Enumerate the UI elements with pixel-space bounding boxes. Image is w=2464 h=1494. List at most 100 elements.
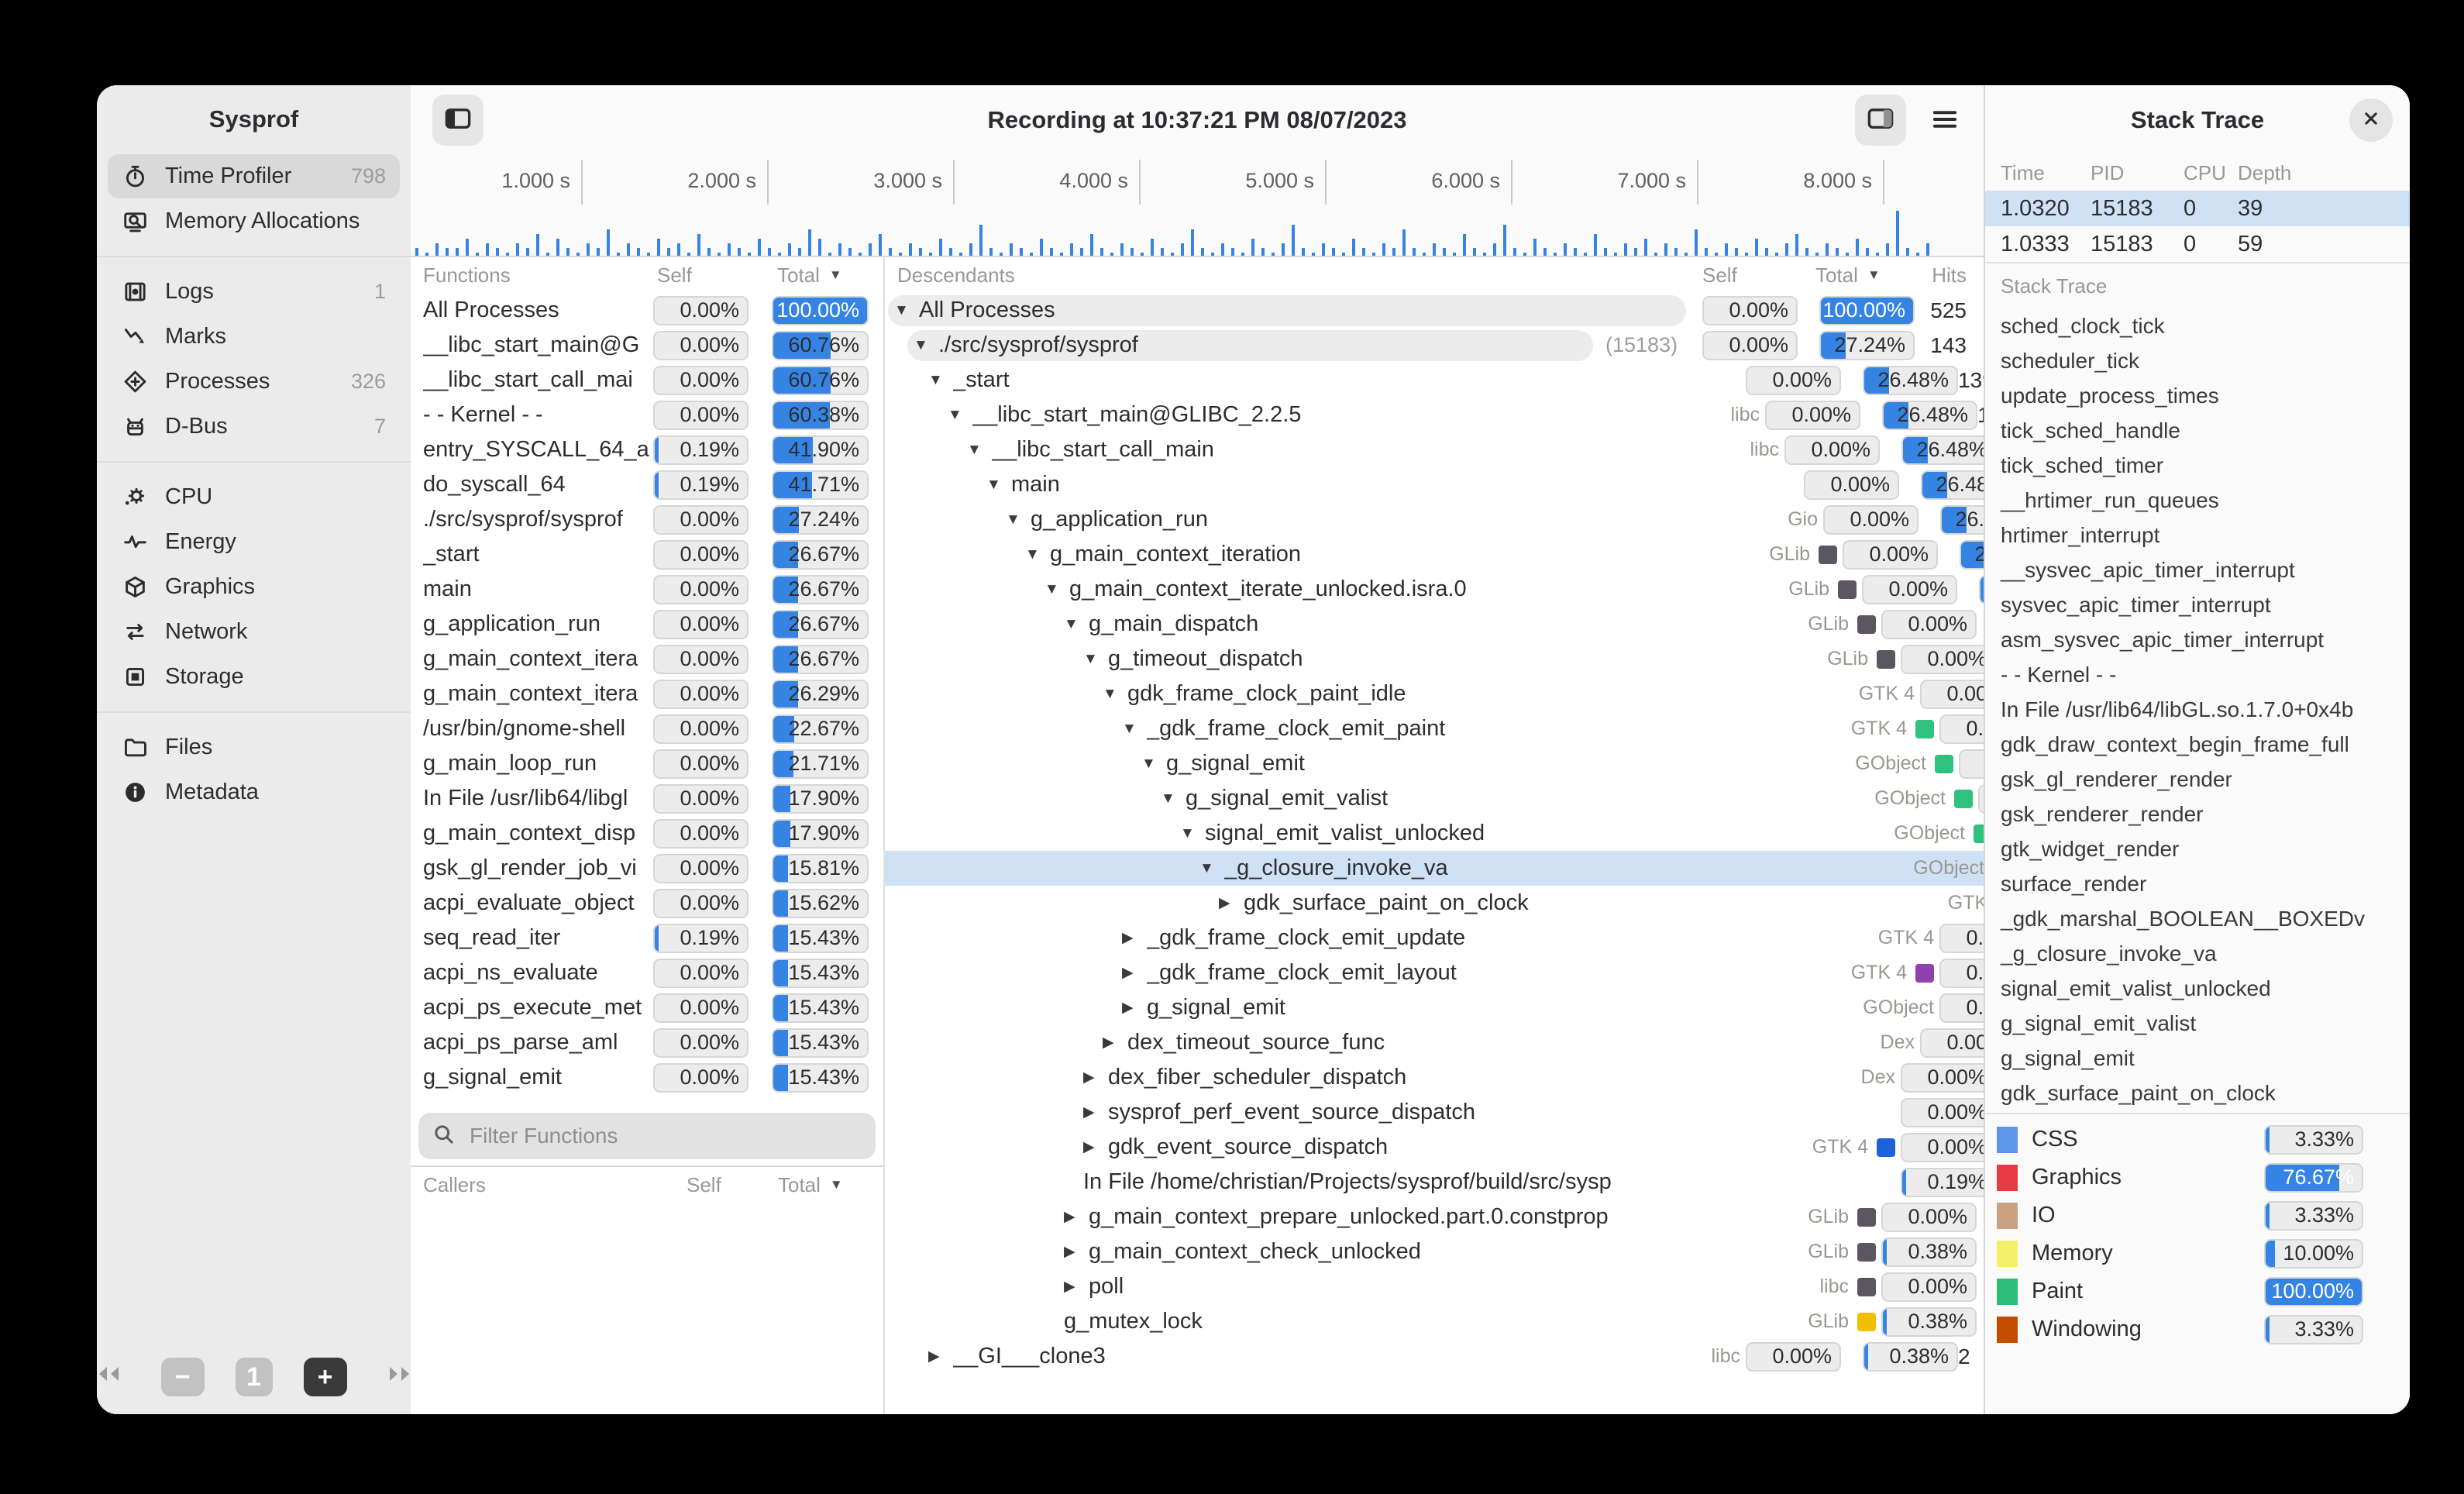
- table-row[interactable]: entry_SYSCALL_64_a0.19%41.90%: [411, 432, 883, 467]
- expander-open-icon[interactable]: ▼: [928, 372, 953, 389]
- close-stack-panel-button[interactable]: [2349, 98, 2393, 142]
- expander-closed-icon[interactable]: ▶: [1064, 1278, 1089, 1296]
- stack-frame[interactable]: g_signal_emit: [1985, 1041, 2410, 1076]
- table-row[interactable]: seq_read_iter0.19%15.43%: [411, 921, 883, 955]
- callers-column-header[interactable]: Callers: [423, 1173, 687, 1197]
- tree-row[interactable]: ▼g_main_dispatchGLib0.00%13.71%72: [885, 607, 1984, 642]
- table-row[interactable]: acpi_evaluate_object0.00%15.62%: [411, 886, 883, 921]
- stack-frame[interactable]: sched_clock_tick: [1985, 308, 2410, 343]
- table-row[interactable]: - - Kernel - -0.00%60.38%: [411, 398, 883, 432]
- seek-backward-button[interactable]: [97, 1358, 130, 1396]
- tree-row[interactable]: ▶g_main_context_check_unlockedGLib0.38%1…: [885, 1234, 1984, 1269]
- tree-row[interactable]: ▼g_application_runGio0.00%26.48%139: [885, 502, 1984, 537]
- stack-frame[interactable]: sysvec_apic_timer_interrupt: [1985, 587, 2410, 622]
- expander-closed-icon[interactable]: ▶: [1064, 1208, 1089, 1226]
- stack-frame[interactable]: asm_sysvec_apic_timer_interrupt: [1985, 622, 2410, 657]
- sidebar-item-graphics[interactable]: Graphics: [108, 565, 400, 609]
- tree-row[interactable]: ▼All Processes0.00%100.00%525: [885, 293, 1984, 328]
- tree-row[interactable]: ▼_g_closure_invoke_vaGObject0.00%5.71%30: [885, 851, 1984, 886]
- stack-frame[interactable]: __hrtimer_run_queues: [1985, 483, 2410, 518]
- table-row[interactable]: acpi_ps_execute_met0.00%15.43%: [411, 990, 883, 1025]
- tree-row[interactable]: ▼g_signal_emitGObject0.00%5.71%30: [885, 746, 1984, 781]
- expander-closed-icon[interactable]: ▶: [1122, 929, 1147, 947]
- tree-row[interactable]: ▶gdk_event_source_dispatchGTK 40.00%0.38…: [885, 1130, 1984, 1165]
- expander-open-icon[interactable]: ▼: [1161, 790, 1186, 807]
- expander-closed-icon[interactable]: ▶: [1083, 1069, 1108, 1086]
- table-row[interactable]: acpi_ns_evaluate0.00%15.43%: [411, 955, 883, 990]
- stack-frame[interactable]: signal_emit_valist_unlocked: [1985, 971, 2410, 1006]
- functions-column-header[interactable]: Functions: [423, 263, 653, 287]
- stack-frame[interactable]: gdk_surface_paint_on_clock: [1985, 1076, 2410, 1110]
- timeline-ruler[interactable]: 1.000 s2.000 s3.000 s4.000 s5.000 s6.000…: [411, 155, 1984, 205]
- stack-frame[interactable]: g_signal_emit_valist: [1985, 1006, 2410, 1041]
- zoom-in-button[interactable]: +: [304, 1358, 347, 1396]
- stack-frame[interactable]: gsk_gl_renderer_render: [1985, 762, 2410, 797]
- tree-row[interactable]: ▼signal_emit_valist_unlockedGObject0.00%…: [885, 816, 1984, 851]
- descendants-self-column-header[interactable]: Self: [1702, 263, 1815, 287]
- tree-row[interactable]: g_mutex_lockGLib0.38%0.38%2: [885, 1304, 1984, 1339]
- table-row[interactable]: /usr/bin/gnome-shell0.00%22.67%: [411, 711, 883, 746]
- expander-open-icon[interactable]: ▼: [1025, 546, 1050, 563]
- stack-frame[interactable]: - - Kernel - -: [1985, 657, 2410, 692]
- expander-open-icon[interactable]: ▼: [1083, 651, 1108, 668]
- expander-open-icon[interactable]: ▼: [1122, 721, 1147, 738]
- sidebar-item-marks[interactable]: Marks: [108, 315, 400, 359]
- hits-column-header[interactable]: Hits: [1881, 263, 1984, 287]
- stack-frame[interactable]: gdk_draw_context_begin_frame_full: [1985, 727, 2410, 762]
- expander-open-icon[interactable]: ▼: [1044, 581, 1069, 598]
- tree-row[interactable]: ▶g_signal_emitGObject0.00%0.19%1: [885, 990, 1984, 1025]
- toggle-sidebar-button[interactable]: [432, 95, 484, 146]
- stack-frame[interactable]: __sysvec_apic_timer_interrupt: [1985, 553, 2410, 587]
- table-row[interactable]: main0.00%26.67%: [411, 572, 883, 607]
- expander-open-icon[interactable]: ▼: [1199, 860, 1224, 877]
- tree-row[interactable]: ▼main0.00%26.48%139: [885, 467, 1984, 502]
- sidebar-item-cpu[interactable]: CPU: [108, 475, 400, 519]
- tree-row[interactable]: ▼__libc_start_call_mainlibc0.00%26.48%13…: [885, 432, 1984, 467]
- stack-frame[interactable]: gtk_widget_render: [1985, 831, 2410, 866]
- sidebar-item-storage[interactable]: Storage: [108, 655, 400, 699]
- tree-row[interactable]: ▶polllibc0.00%1.33%7: [885, 1269, 1984, 1304]
- tree-row[interactable]: ▼g_timeout_dispatchGLib0.00%7.62%40: [885, 642, 1984, 676]
- expander-closed-icon[interactable]: ▶: [1122, 999, 1147, 1017]
- tree-row[interactable]: ▶g_main_context_prepare_unlocked.part.0.…: [885, 1200, 1984, 1234]
- sidebar-item-network[interactable]: Network: [108, 610, 400, 654]
- zoom-out-button[interactable]: −: [161, 1358, 205, 1396]
- time-column-header[interactable]: Time: [2001, 161, 2091, 185]
- expander-open-icon[interactable]: ▼: [914, 337, 938, 354]
- table-row[interactable]: g_signal_emit0.00%15.43%: [411, 1060, 883, 1095]
- self-column-header[interactable]: Self: [657, 263, 752, 287]
- stack-frame[interactable]: In File /usr/lib64/libGL.so.1.7.0+0x4b: [1985, 692, 2410, 727]
- table-row[interactable]: In File /usr/lib64/libgl0.00%17.90%: [411, 781, 883, 816]
- expander-closed-icon[interactable]: ▶: [928, 1348, 953, 1365]
- zoom-reset-button[interactable]: 1: [236, 1358, 273, 1396]
- tree-row[interactable]: ▶_gdk_frame_clock_emit_updateGTK 40.00%0…: [885, 921, 1984, 955]
- stack-frame[interactable]: update_process_times: [1985, 378, 2410, 413]
- table-row[interactable]: acpi_ps_parse_aml0.00%15.43%: [411, 1025, 883, 1060]
- expander-open-icon[interactable]: ▼: [1103, 686, 1127, 703]
- stack-frame[interactable]: _g_closure_invoke_va: [1985, 936, 2410, 971]
- callers-self-column-header[interactable]: Self: [687, 1173, 764, 1197]
- table-row[interactable]: __libc_start_main@G0.00%60.76%: [411, 328, 883, 363]
- expander-open-icon[interactable]: ▼: [967, 442, 992, 459]
- filter-functions-searchbox[interactable]: [418, 1113, 876, 1159]
- stack-frame[interactable]: tick_sched_handle: [1985, 413, 2410, 448]
- table-row[interactable]: ./src/sysprof/sysprof0.00%27.24%: [411, 502, 883, 537]
- tree-row[interactable]: ▼./src/sysprof/sysprof(15183)0.00%27.24%…: [885, 328, 1984, 363]
- toggle-stack-panel-button[interactable]: [1855, 95, 1906, 146]
- tree-row[interactable]: ▶dex_timeout_source_funcDex0.00%0.57%3: [885, 1025, 1984, 1060]
- table-row[interactable]: __libc_start_call_mai0.00%60.76%: [411, 363, 883, 398]
- tree-row[interactable]: ▶__GI___clone3libc0.00%0.38%2: [885, 1339, 1984, 1374]
- tree-row[interactable]: ▼_start0.00%26.48%139: [885, 363, 1984, 398]
- expander-open-icon[interactable]: ▼: [894, 302, 919, 319]
- sidebar-item-logs[interactable]: Logs1: [108, 270, 400, 314]
- stack-frame[interactable]: scheduler_tick: [1985, 343, 2410, 378]
- sample-row[interactable]: 1.033315183059: [1985, 226, 2410, 262]
- tree-row[interactable]: ▼g_main_context_iterationGLib0.00%26.48%…: [885, 537, 1984, 572]
- table-row[interactable]: g_application_run0.00%26.67%: [411, 607, 883, 642]
- expander-closed-icon[interactable]: ▶: [1122, 964, 1147, 982]
- tree-row[interactable]: ▶dex_fiber_scheduler_dispatchDex0.00%4.9…: [885, 1060, 1984, 1095]
- tree-row[interactable]: ▼gdk_frame_clock_paint_idleGTK 40.00%7.0…: [885, 676, 1984, 711]
- expander-closed-icon[interactable]: ▶: [1064, 1243, 1089, 1261]
- descendants-column-header[interactable]: Descendants: [897, 263, 1702, 287]
- expander-closed-icon[interactable]: ▶: [1103, 1034, 1127, 1052]
